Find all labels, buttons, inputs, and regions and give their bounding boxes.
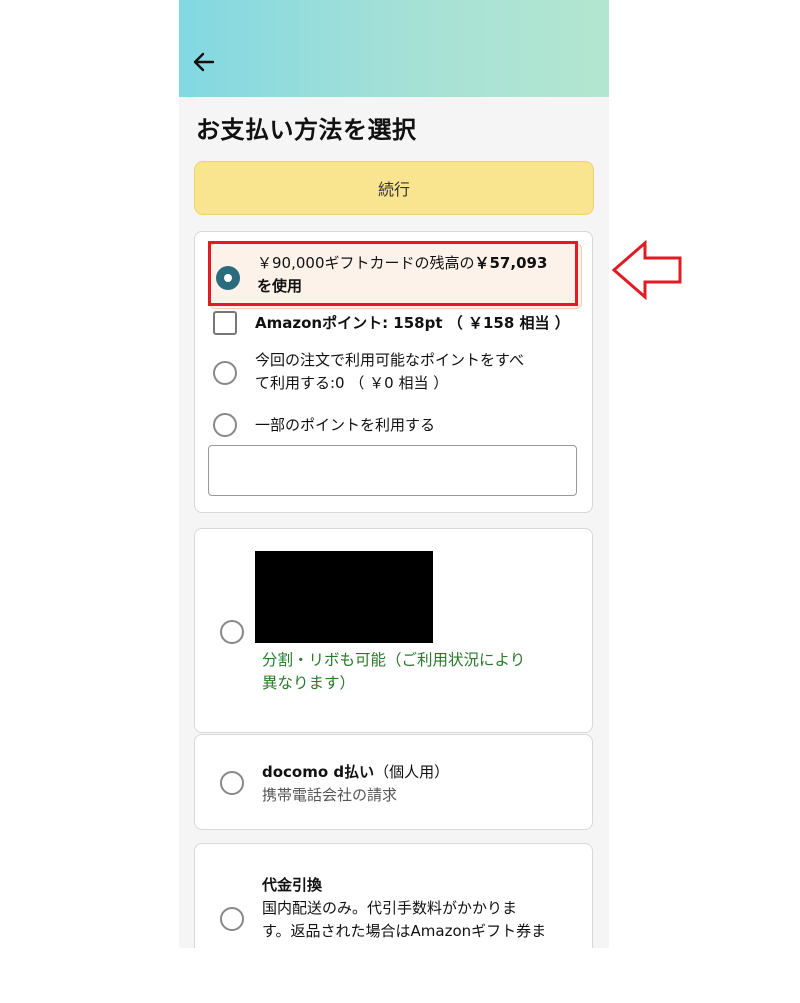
docomo-radio[interactable] (220, 771, 244, 795)
use-all-points-line2: て利用する:0 （ ￥0 相当 ） (255, 374, 449, 392)
highlight-box (208, 241, 578, 306)
use-all-points-label: 今回の注文で利用可能なポイントをすべ て利用する:0 （ ￥0 相当 ） (255, 349, 585, 395)
left-arrow-outline-icon (611, 240, 682, 300)
arrow-left-icon[interactable] (191, 50, 217, 74)
use-all-points-line1: 今回の注文で利用可能なポイントをすべ (255, 351, 524, 369)
credit-card-radio[interactable] (220, 620, 244, 644)
top-bar (179, 0, 609, 97)
amazon-points-label: Amazonポイント: 158pt （ ￥158 相当 ） (255, 314, 570, 332)
docomo-option[interactable]: docomo d払い（個人用） 携帯電話会社の請求 (194, 734, 593, 830)
use-partial-points-label: 一部のポイントを利用する (255, 416, 436, 434)
cod-line2: す。返品された場合はAmazonギフト券ま (262, 922, 547, 940)
redacted-card-info (255, 551, 433, 643)
docomo-suffix: （個人用） (374, 763, 450, 781)
installment-note: 分割・リボも可能（ご利用状況により 異なります） (262, 649, 582, 695)
installment-note-line2: 異なります） (262, 674, 356, 692)
cod-option[interactable]: 代金引換 国内配送のみ。代引手数料がかかりま す。返品された場合はAmazonギ… (194, 843, 593, 948)
cod-label: 代金引換 国内配送のみ。代引手数料がかかりま す。返品された場合はAmazonギ… (262, 874, 592, 943)
page-title: お支払い方法を選択 (196, 116, 417, 144)
phone-screen: お支払い方法を選択 続行 ￥90,000ギフトカードの残高の￥57,093 を使… (179, 0, 609, 948)
continue-button[interactable]: 続行 (194, 161, 594, 215)
points-input[interactable] (208, 445, 577, 496)
docomo-title: docomo d払い (262, 763, 375, 781)
installment-note-line1: 分割・リボも可能（ご利用状況により (262, 651, 526, 669)
docomo-label: docomo d払い（個人用） 携帯電話会社の請求 (262, 761, 582, 807)
use-all-points-radio[interactable] (213, 361, 237, 385)
docomo-subtitle: 携帯電話会社の請求 (262, 786, 398, 804)
cod-title: 代金引換 (262, 876, 323, 894)
cod-radio[interactable] (220, 907, 244, 931)
use-partial-points-radio[interactable] (213, 413, 237, 437)
credit-card-option[interactable]: 分割・リボも可能（ご利用状況により 異なります） (194, 528, 593, 733)
cod-line1: 国内配送のみ。代引手数料がかかりま (262, 899, 518, 917)
amazon-points-checkbox[interactable] (213, 311, 237, 335)
